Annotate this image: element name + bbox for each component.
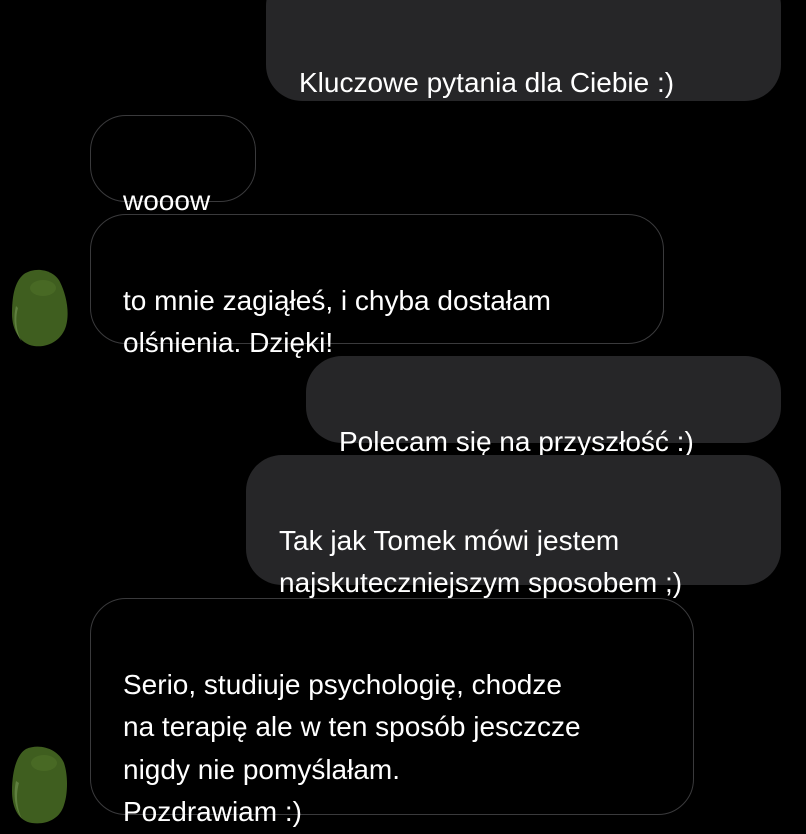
message-text: Serio, studiuje psychologię, chodze na t… [123,668,581,828]
sender-avatar[interactable] [10,268,68,348]
message-text: to mnie zagiąłeś, i chyba dostałam olśni… [123,284,551,359]
sent-message-bubble[interactable]: Polecam się na przyszłość :) [306,356,781,457]
message-text: Kluczowe pytania dla Ciebie :) [299,66,675,98]
sender-avatar[interactable] [10,745,68,825]
message-text: Polecam się na przyszłość :) [339,425,694,457]
received-message-bubble[interactable]: Serio, studiuje psychologię, chodze na t… [90,598,694,827]
received-message-bubble[interactable]: to mnie zagiąłeś, i chyba dostałam olśni… [90,214,664,358]
message-text: Tak jak Tomek mówi jestem najskuteczniej… [279,524,683,599]
sent-message-bubble[interactable]: Tak jak Tomek mówi jestem najskuteczniej… [246,455,781,598]
message-text: wooow [123,184,211,216]
sent-message-bubble[interactable]: Kluczowe pytania dla Ciebie :) [266,0,781,101]
received-message-bubble[interactable]: wooow [90,115,256,216]
